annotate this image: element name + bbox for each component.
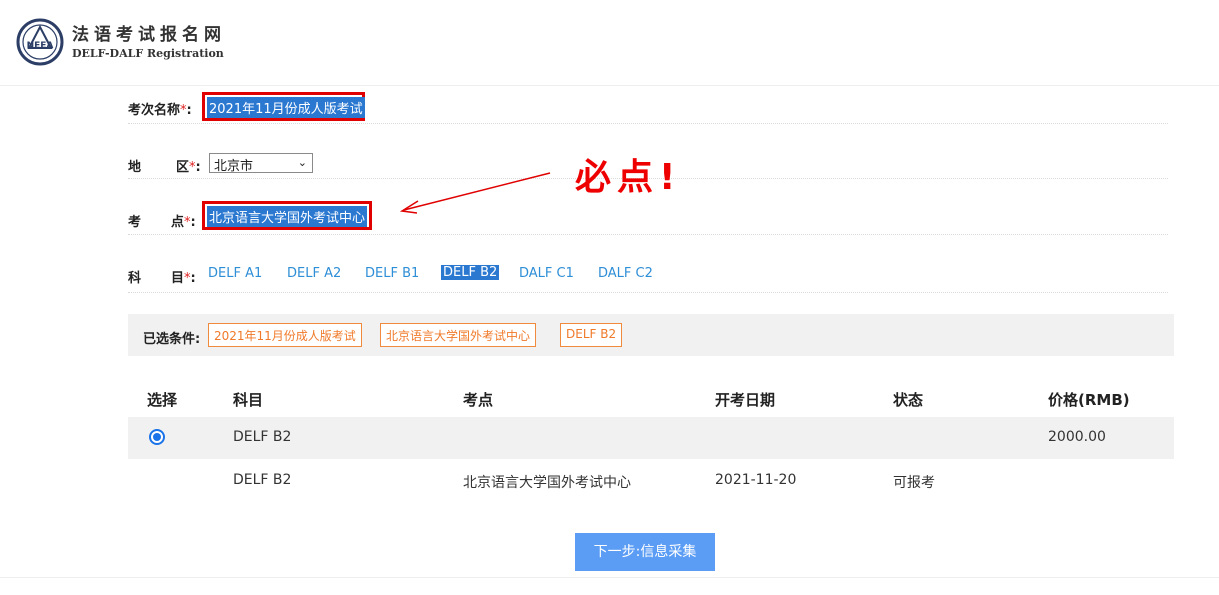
exam-name-label: 考次名称*: bbox=[128, 103, 192, 118]
row-subject: DELF B2 bbox=[233, 429, 292, 445]
row-status: 可报考 bbox=[893, 475, 935, 491]
site-subtitle: DELF-DALF Registration bbox=[72, 47, 224, 60]
column-header-center: 考点 bbox=[463, 391, 494, 409]
site-title: 法语考试报名网 bbox=[72, 25, 226, 45]
center-value[interactable]: 北京语言大学国外考试中心 bbox=[207, 206, 368, 227]
condition-tag-center[interactable]: 北京语言大学国外考试中心 bbox=[380, 323, 537, 347]
row-divider bbox=[128, 292, 1168, 293]
center-label: 点*: bbox=[171, 215, 196, 230]
exam-name-value[interactable]: 2021年11月份成人版考试 bbox=[207, 97, 365, 118]
region-select-value: 北京市 bbox=[214, 159, 254, 174]
subject-label: 目*: bbox=[171, 271, 196, 286]
region-label-char1: 地 bbox=[128, 160, 142, 175]
condition-tag-subject[interactable]: DELF B2 bbox=[560, 323, 623, 347]
chevron-down-icon: ⌄ bbox=[297, 156, 307, 169]
subject-dalf-c2[interactable]: DALF C2 bbox=[598, 266, 653, 281]
neea-logo-icon: NEEA bbox=[16, 18, 64, 66]
next-step-button[interactable]: 下一步:信息采集 bbox=[575, 533, 715, 571]
column-header-date: 开考日期 bbox=[715, 391, 776, 409]
annotation-text: 必点! bbox=[575, 157, 682, 198]
column-header-select: 选择 bbox=[147, 391, 178, 409]
row-date: 2021-11-20 bbox=[715, 472, 797, 488]
footer-divider bbox=[0, 577, 1219, 578]
region-label: 区*: bbox=[176, 160, 201, 175]
column-header-status: 状态 bbox=[893, 391, 924, 409]
region-select[interactable]: 北京市 ⌄ bbox=[209, 153, 313, 174]
row-center: 北京语言大学国外考试中心 bbox=[463, 475, 631, 491]
subject-delf-a2[interactable]: DELF A2 bbox=[287, 266, 341, 281]
row-subject: DELF B2 bbox=[233, 472, 292, 488]
row-divider bbox=[128, 123, 1168, 124]
selected-conditions-label: 已选条件: bbox=[143, 332, 201, 347]
row-divider bbox=[128, 234, 1168, 235]
subject-dalf-c1[interactable]: DALF C1 bbox=[519, 266, 574, 281]
logo-text: NEEA bbox=[27, 41, 54, 51]
annotation-arrow-icon bbox=[399, 172, 551, 214]
center-label-char1: 考 bbox=[128, 215, 142, 230]
row-select-radio[interactable] bbox=[149, 429, 165, 445]
subject-delf-a1[interactable]: DELF A1 bbox=[208, 266, 262, 281]
subject-delf-b1[interactable]: DELF B1 bbox=[365, 266, 419, 281]
condition-tag-exam[interactable]: 2021年11月份成人版考试 bbox=[208, 323, 362, 347]
subject-label-char1: 科 bbox=[128, 271, 142, 286]
column-header-subject: 科目 bbox=[233, 391, 264, 409]
subject-delf-b2[interactable]: DELF B2 bbox=[441, 265, 500, 280]
column-header-price: 价格(RMB) bbox=[1048, 391, 1130, 409]
row-price: 2000.00 bbox=[1048, 429, 1106, 445]
header-divider bbox=[0, 85, 1219, 86]
